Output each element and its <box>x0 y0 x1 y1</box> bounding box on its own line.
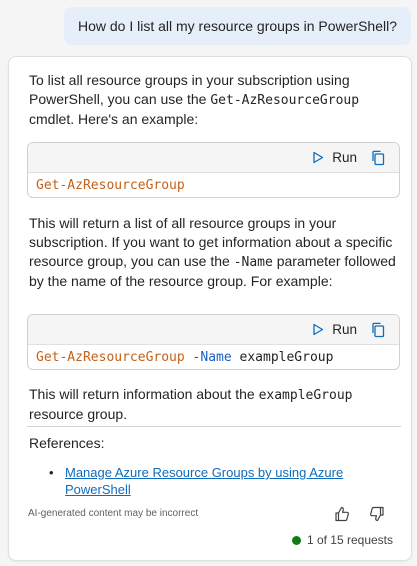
run-label: Run <box>332 322 357 337</box>
references-label: References: <box>29 435 105 451</box>
bullet-icon: • <box>49 465 54 480</box>
code-block-content[interactable]: Get-AzResourceGroup -Name exampleGroup <box>28 345 399 369</box>
code-param: -Name <box>192 349 232 365</box>
code-block-header: Run <box>28 315 399 345</box>
code-block-content[interactable]: Get-AzResourceGroup <box>28 173 399 197</box>
run-label: Run <box>332 150 357 165</box>
like-button[interactable] <box>331 503 353 525</box>
run-button[interactable]: Run <box>312 150 357 165</box>
code-block-2: Run Get-AzResourceGroup -Name exampleGro… <box>27 314 400 370</box>
thumbs-down-icon <box>370 506 384 522</box>
outro-text: This will return information about the <box>29 386 259 402</box>
copy-button[interactable] <box>371 322 385 338</box>
assistant-response-card: To list all resource groups in your subs… <box>8 56 412 561</box>
code-block-header: Run <box>28 143 399 173</box>
play-icon <box>313 151 324 164</box>
code-arg: exampleGroup <box>239 349 334 365</box>
user-message-bubble: How do I list all my resource groups in … <box>63 7 411 45</box>
copy-button[interactable] <box>371 150 385 166</box>
inline-code: Get-AzResourceGroup <box>210 93 360 108</box>
code-block-1: Run Get-AzResourceGroup <box>27 142 400 198</box>
run-button[interactable]: Run <box>312 322 357 337</box>
inline-code-param: -Name <box>233 255 273 270</box>
outro-paragraph: This will return information about the e… <box>29 385 401 424</box>
code-command: Get-AzResourceGroup <box>36 177 185 193</box>
intro-text-end: cmdlet. Here's an example: <box>29 111 199 127</box>
dislike-button[interactable] <box>366 503 388 525</box>
references-divider <box>27 426 401 427</box>
play-icon <box>313 323 324 336</box>
copy-icon <box>372 150 385 165</box>
ai-disclaimer: AI-generated content may be incorrect <box>28 508 199 519</box>
copy-icon <box>372 322 385 337</box>
request-status: 1 of 15 requests <box>291 533 393 547</box>
intro-paragraph: To list all resource groups in your subs… <box>29 71 401 129</box>
inline-code-group: exampleGroup <box>258 388 353 403</box>
middle-paragraph: This will return a list of all resource … <box>29 214 401 291</box>
code-command: Get-AzResourceGroup <box>36 349 185 365</box>
outro-text-end: resource group. <box>29 406 128 422</box>
references-list: • Manage Azure Resource Groups by using … <box>49 464 349 498</box>
reference-link[interactable]: Manage Azure Resource Groups by using Az… <box>65 464 349 498</box>
request-count: 1 of 15 requests <box>306 533 393 547</box>
user-message-text: How do I list all my resource groups in … <box>77 18 397 34</box>
status-dot-icon <box>291 535 301 545</box>
thumbs-up-icon <box>335 506 349 522</box>
